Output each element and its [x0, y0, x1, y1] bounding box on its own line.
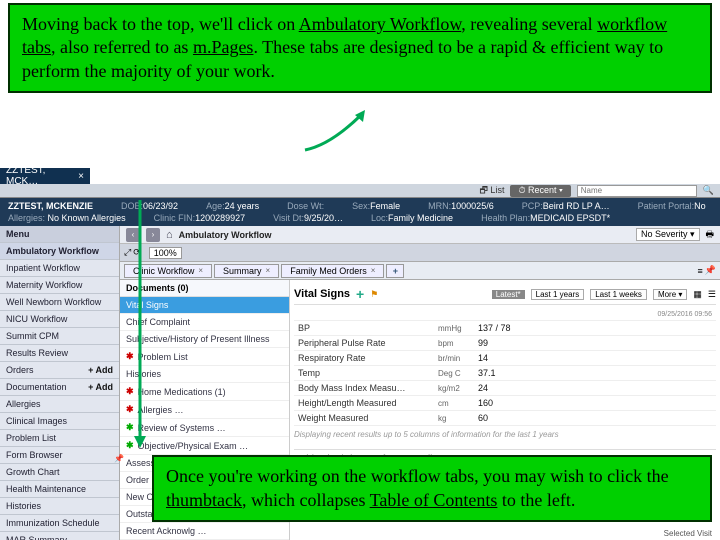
nav-mar-summary[interactable]: MAR Summary [0, 532, 119, 540]
nav-summit-cpm[interactable]: Summit CPM [0, 328, 119, 345]
patient-banner: ZZTEST, MCKENZIE DOB:06/23/92 Age:24 yea… [0, 198, 720, 226]
close-icon[interactable]: × [266, 266, 271, 275]
toc-problem-list[interactable]: ✱Problem List [120, 348, 289, 366]
thumbtack-icon[interactable]: 📌 [705, 265, 716, 276]
table-row: Respiratory Ratebr/min14 [294, 351, 716, 366]
nav-allergies[interactable]: Allergies [0, 396, 119, 413]
toc-chief-complaint[interactable]: Chief Complaint [120, 314, 289, 331]
nav-well-newborn-workflow[interactable]: Well Newborn Workflow [0, 294, 119, 311]
patient-tab-close-icon[interactable]: × [78, 171, 84, 182]
table-row: TempDeg C37.1 [294, 366, 716, 381]
nav-results-review[interactable]: Results Review [0, 345, 119, 362]
table-row: Body Mass Index Measu…kg/m224 [294, 381, 716, 396]
nav-maternity-workflow[interactable]: Maternity Workflow [0, 277, 119, 294]
workflow-subtab-bar: ⤢ ⟳ 100% [120, 244, 720, 262]
search-icon[interactable]: 🔍 [703, 185, 714, 196]
table-row: Peripheral Pulse Ratebpm99 [294, 336, 716, 351]
table-row: BPmmHg137 / 78 [294, 321, 716, 336]
nav-histories[interactable]: Histories [0, 498, 119, 515]
grid-icon[interactable]: ▦ [693, 289, 702, 300]
toc-hpi[interactable]: Subjective/History of Present Illness [120, 331, 289, 348]
toc-vital-signs[interactable]: Vital Signs [120, 297, 289, 314]
toc-head-documents[interactable]: Documents (0) [120, 280, 289, 297]
menu-header[interactable]: Menu [0, 226, 119, 243]
nav-form-browser[interactable]: Form Browser [0, 447, 119, 464]
zoom-dropdown[interactable]: 100% [149, 247, 182, 259]
nav-inpatient-workflow[interactable]: Inpatient Workflow [0, 260, 119, 277]
range-latest[interactable]: Latest* [492, 290, 525, 299]
callout-bottom: Once you're working on the workflow tabs… [152, 455, 712, 522]
list-button[interactable]: 🗗 List [479, 183, 504, 199]
nav-nicu-workflow[interactable]: NICU Workflow [0, 311, 119, 328]
vitals-header: Vital Signs + ⚑ Latest* Last 1 years Las… [294, 284, 716, 305]
range-1wk[interactable]: Last 1 weeks [590, 289, 647, 300]
status-selected-visit: Selected Visit [664, 529, 712, 538]
toc-recent-ack[interactable]: Recent Acknowlg … [120, 523, 289, 540]
nav-problem-list[interactable]: Problem List [0, 430, 119, 447]
arrow-pointing-up [300, 110, 370, 155]
nav-immunization-schedule[interactable]: Immunization Schedule [0, 515, 119, 532]
nav-clinical-images[interactable]: Clinical Images [0, 413, 119, 430]
banner-patient-name: ZZTEST, MCKENZIE [8, 201, 93, 211]
vitals-disclaimer: Displaying recent results up to 5 column… [294, 426, 716, 443]
patient-search-input[interactable] [577, 185, 697, 197]
reload-icon[interactable]: ⟳ [133, 247, 141, 258]
vitals-table: 09/25/2016 09:56 BPmmHg137 / 78 Peripher… [294, 309, 716, 426]
workflow-title: Ambulatory Workflow [179, 230, 272, 240]
nav-ambulatory-workflow[interactable]: Ambulatory Workflow [0, 243, 119, 260]
range-1yr[interactable]: Last 1 years [531, 289, 585, 300]
toc-home-meds[interactable]: ✱Home Medications (1) [120, 383, 289, 401]
close-icon[interactable]: × [198, 266, 203, 275]
recent-button[interactable]: ⏱ Recent ▾ [510, 185, 570, 197]
toc-allergies[interactable]: ✱Allergies … [120, 401, 289, 419]
toc-ros[interactable]: ✱Review of Systems … [120, 419, 289, 437]
close-icon[interactable]: × [371, 266, 376, 275]
left-navigator: 📌 Menu Ambulatory Workflow Inpatient Wor… [0, 226, 120, 540]
table-row: Weight Measuredkg60 [294, 411, 716, 426]
callout-top: Moving back to the top, we'll click on A… [8, 3, 712, 93]
nav-orders[interactable]: Orders+ Add [0, 362, 119, 379]
home-icon[interactable]: ⌂ [166, 229, 173, 241]
vitals-date-col: 09/25/2016 09:56 [474, 309, 716, 321]
tab-summary[interactable]: Summary× [214, 264, 279, 278]
mpage-tabs: Clinic Workflow× Summary× Family Med Ord… [120, 262, 720, 280]
menu-icon[interactable]: ≡ [698, 266, 703, 276]
flag-icon[interactable]: ⚑ [370, 289, 378, 300]
nav-growth-chart[interactable]: Growth Chart [0, 464, 119, 481]
tab-family-med-orders[interactable]: Family Med Orders× [281, 264, 384, 278]
add-icon[interactable]: + Add [88, 365, 113, 375]
nav-documentation[interactable]: Documentation+ Add [0, 379, 119, 396]
thumbtack-icon[interactable]: 📌 [114, 454, 124, 464]
print-icon[interactable]: 🖶 [706, 227, 715, 243]
range-more[interactable]: More ▾ [653, 289, 687, 300]
severity-dropdown[interactable]: No Severity ▾ [636, 228, 700, 241]
vitals-title: Vital Signs [294, 288, 350, 300]
toc-physical-exam[interactable]: ✱Objective/Physical Exam … [120, 437, 289, 455]
expand-icon[interactable]: ⤢ [124, 247, 131, 258]
table-row: Height/Length Measuredcm160 [294, 396, 716, 411]
tab-add-button[interactable]: + [386, 264, 404, 278]
left-nav-menu: Menu Ambulatory Workflow Inpatient Workf… [0, 226, 119, 540]
nav-fwd-icon[interactable]: › [146, 228, 160, 242]
nav-back-icon[interactable]: ‹ [126, 228, 140, 242]
callout-top-text: Moving back to the top, we'll click on A… [22, 14, 667, 81]
callout-bottom-text: Once you're working on the workflow tabs… [166, 466, 669, 509]
tab-clinic-workflow[interactable]: Clinic Workflow× [124, 264, 212, 278]
workflow-toolbar: ‹ › ⌂ Ambulatory Workflow No Severity ▾ … [120, 226, 720, 244]
add-icon[interactable]: + Add [88, 382, 113, 392]
patient-topbar: 🗗 List ⏱ Recent ▾ 🔍 [0, 184, 720, 198]
toc-histories[interactable]: Histories [120, 366, 289, 383]
patient-tab[interactable]: ZZTEST, MCK… × [0, 168, 90, 184]
list-icon[interactable]: ☰ [708, 289, 716, 300]
add-vital-icon[interactable]: + [356, 286, 364, 302]
nav-health-maintenance[interactable]: Health Maintenance [0, 481, 119, 498]
